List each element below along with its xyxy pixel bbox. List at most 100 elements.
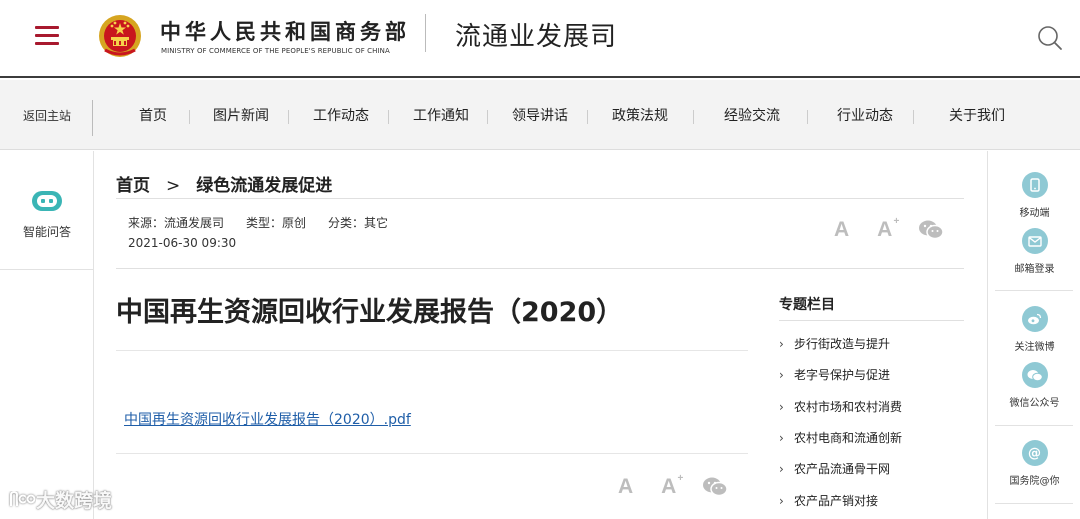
mobile-icon — [1021, 172, 1048, 198]
font-decrease-button[interactable]: A — [618, 475, 633, 499]
left-sidebar: 智能问答 — [0, 151, 94, 519]
divider — [116, 350, 748, 351]
meta-source: 来源：流通发展司 — [128, 216, 225, 230]
nav-separator — [288, 110, 289, 124]
email-login-label: 邮箱登录 — [1014, 264, 1055, 275]
right-sidebar: 移动端 邮箱登录 关注微博 微信公众号 @ 国务院@你 — [987, 151, 1080, 519]
topic-label: 步行街改造与提升 — [794, 337, 891, 351]
back-to-main-site-link[interactable]: 返回主站 — [0, 80, 94, 150]
divider — [116, 198, 964, 199]
divider — [116, 453, 748, 454]
header-divider — [425, 14, 426, 52]
font-increase-label: A — [877, 218, 893, 241]
meta-category: 分类：其它 — [328, 216, 389, 230]
site-header: 中华人民共和国商务部 MINISTRY OF COMMERCE OF THE P… — [0, 0, 1080, 78]
chevron-right-icon: › — [779, 400, 784, 414]
wechat-share-icon[interactable] — [702, 476, 729, 498]
topic-item[interactable]: › 老字号保护与促进 — [779, 366, 890, 383]
nav-item-photo-news[interactable]: 图片新闻 — [213, 80, 269, 150]
nav-separator — [189, 110, 190, 124]
nav-item-work-updates[interactable]: 工作动态 — [313, 80, 369, 150]
sidebar-divider — [995, 503, 1073, 504]
mobile-label: 移动端 — [1019, 208, 1050, 219]
watermark: 大数跨境 — [8, 486, 112, 513]
plus-icon: + — [677, 473, 684, 484]
wechat-account-link[interactable]: 微信公众号 — [988, 362, 1080, 409]
wechat-share-icon[interactable] — [918, 219, 945, 241]
publish-date: 2021-06-30 09:30 — [128, 236, 237, 250]
nav-separator — [487, 110, 488, 124]
main-nav: 返回主站 首页 图片新闻 工作动态 工作通知 领导讲话 政策法规 经验交流 行业… — [0, 80, 1080, 150]
nav-item-work-notices[interactable]: 工作通知 — [413, 80, 469, 150]
search-icon[interactable] — [1036, 24, 1064, 52]
chevron-right-icon: › — [779, 368, 784, 382]
sidebar-divider — [995, 425, 1073, 426]
watermark-text: 大数跨境 — [36, 490, 113, 512]
topic-item[interactable]: › 农产品流通骨干网 — [779, 460, 890, 477]
weibo-icon — [1021, 306, 1048, 332]
nav-item-experience[interactable]: 经验交流 — [724, 80, 780, 150]
sidebar-divider — [0, 269, 93, 270]
nav-item-home[interactable]: 首页 — [139, 80, 167, 150]
chevron-right-icon: › — [779, 494, 784, 508]
weibo-label: 关注微博 — [1014, 342, 1055, 353]
topic-label: 农产品流通骨干网 — [794, 462, 891, 476]
nav-item-industry-news[interactable]: 行业动态 — [837, 80, 893, 150]
article-meta: 来源：流通发展司 类型：原创 分类：其它 — [128, 214, 410, 231]
nav-separator — [693, 110, 694, 124]
smart-qa-label[interactable]: 智能问答 — [0, 223, 94, 240]
divider — [779, 320, 964, 321]
at-icon: @ — [1021, 440, 1048, 466]
nav-divider — [92, 100, 93, 136]
mobile-link[interactable]: 移动端 — [988, 172, 1080, 219]
article-tools-top: A A + — [834, 216, 945, 242]
font-increase-label: A — [661, 475, 677, 498]
article-tools-bottom: A A + — [618, 473, 729, 499]
breadcrumb: 首页 > 绿色流通发展促进 — [116, 171, 332, 196]
ministry-name-cn[interactable]: 中华人民共和国商务部 — [160, 16, 410, 46]
topic-label: 农村电商和流通创新 — [794, 431, 903, 445]
watermark-logo-icon — [10, 490, 36, 506]
state-council-link[interactable]: @ 国务院@你 — [988, 440, 1080, 487]
weibo-link[interactable]: 关注微博 — [988, 306, 1080, 353]
pdf-attachment-link[interactable]: 中国再生资源回收行业发展报告（2020）.pdf — [124, 409, 411, 429]
nav-separator — [587, 110, 588, 124]
topic-label: 农村市场和农村消费 — [794, 400, 903, 414]
breadcrumb-current[interactable]: 绿色流通发展促进 — [196, 176, 332, 196]
sidebar-divider — [995, 290, 1073, 291]
national-emblem-icon — [99, 15, 141, 57]
topic-item[interactable]: › 步行街改造与提升 — [779, 335, 890, 352]
divider — [116, 268, 964, 269]
font-increase-button[interactable]: A + — [661, 473, 683, 499]
topic-label: 老字号保护与促进 — [794, 368, 891, 382]
wechat-label: 微信公众号 — [1009, 398, 1060, 409]
nav-separator — [388, 110, 389, 124]
topic-label: 农产品产销对接 — [794, 494, 879, 508]
nav-item-about-us[interactable]: 关于我们 — [949, 80, 1005, 150]
menu-icon[interactable] — [35, 26, 59, 46]
chevron-right-icon: › — [779, 462, 784, 476]
nav-separator — [913, 110, 914, 124]
article-title: 中国再生资源回收行业发展报告（2020） — [116, 297, 624, 328]
nav-item-policies[interactable]: 政策法规 — [612, 80, 668, 150]
topic-item[interactable]: › 农产品产销对接 — [779, 492, 878, 509]
topic-item[interactable]: › 农村市场和农村消费 — [779, 398, 902, 415]
robot-assistant-icon[interactable] — [30, 187, 64, 215]
mail-icon — [1021, 228, 1048, 254]
breadcrumb-separator: > — [166, 176, 181, 196]
nav-item-leader-speeches[interactable]: 领导讲话 — [512, 80, 568, 150]
state-council-label: 国务院@你 — [1009, 476, 1060, 487]
chevron-right-icon: › — [779, 431, 784, 445]
nav-separator — [807, 110, 808, 124]
breadcrumb-home[interactable]: 首页 — [116, 176, 150, 196]
meta-type: 类型：原创 — [246, 216, 307, 230]
font-increase-button[interactable]: A + — [877, 216, 899, 242]
topics-heading: 专题栏目 — [779, 297, 835, 313]
department-title[interactable]: 流通业发展司 — [455, 16, 617, 53]
topic-item[interactable]: › 农村电商和流通创新 — [779, 429, 902, 446]
ministry-name-en: MINISTRY OF COMMERCE OF THE PEOPLE'S REP… — [161, 47, 390, 55]
chevron-right-icon: › — [779, 337, 784, 351]
plus-icon: + — [893, 216, 900, 227]
email-login-link[interactable]: 邮箱登录 — [988, 228, 1080, 275]
font-decrease-button[interactable]: A — [834, 218, 849, 242]
